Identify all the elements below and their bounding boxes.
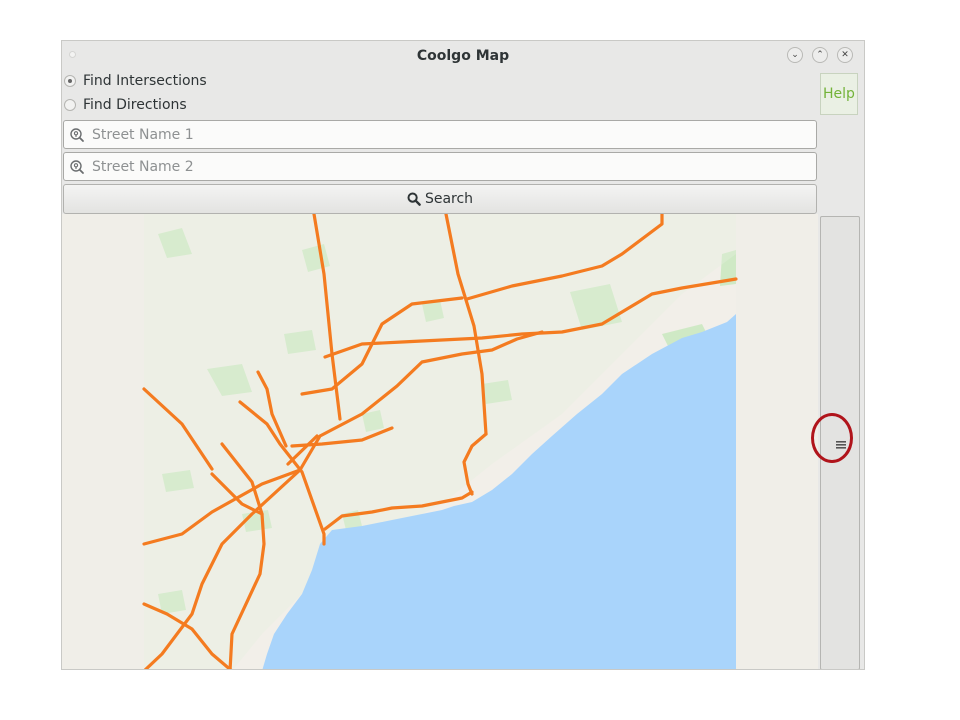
close-icon[interactable]: ✕ [837, 47, 853, 63]
minimize-icon[interactable]: ⌄ [787, 47, 803, 63]
title-bar: Coolgo Map ⌄ ⌃ ✕ [62, 41, 864, 71]
app-window: Coolgo Map ⌄ ⌃ ✕ Find Intersections Find… [61, 40, 865, 670]
search-button[interactable]: Search [63, 184, 817, 214]
window-title: Coolgo Map [416, 48, 510, 64]
search-button-label: Search [424, 191, 474, 207]
street-name-1-input[interactable] [90, 125, 794, 144]
find-intersections-label: Find Intersections [83, 73, 207, 89]
radio-find-intersections[interactable]: Find Intersections [64, 73, 207, 89]
street-name-2-field[interactable] [63, 152, 817, 181]
radio-unselected-icon[interactable] [64, 99, 76, 111]
search-icon [407, 192, 421, 206]
street-name-1-field[interactable] [63, 120, 817, 149]
map-canvas[interactable] [62, 214, 818, 670]
map-view[interactable] [62, 214, 818, 670]
radio-selected-icon[interactable] [64, 75, 76, 87]
help-button[interactable]: Help [820, 73, 858, 115]
location-search-icon [64, 127, 90, 143]
street-name-2-input[interactable] [90, 157, 794, 176]
maximize-icon[interactable]: ⌃ [812, 47, 828, 63]
find-directions-label: Find Directions [83, 97, 187, 113]
radio-find-directions[interactable]: Find Directions [64, 97, 187, 113]
annotation-highlight-circle [811, 413, 853, 463]
location-search-icon [64, 159, 90, 175]
